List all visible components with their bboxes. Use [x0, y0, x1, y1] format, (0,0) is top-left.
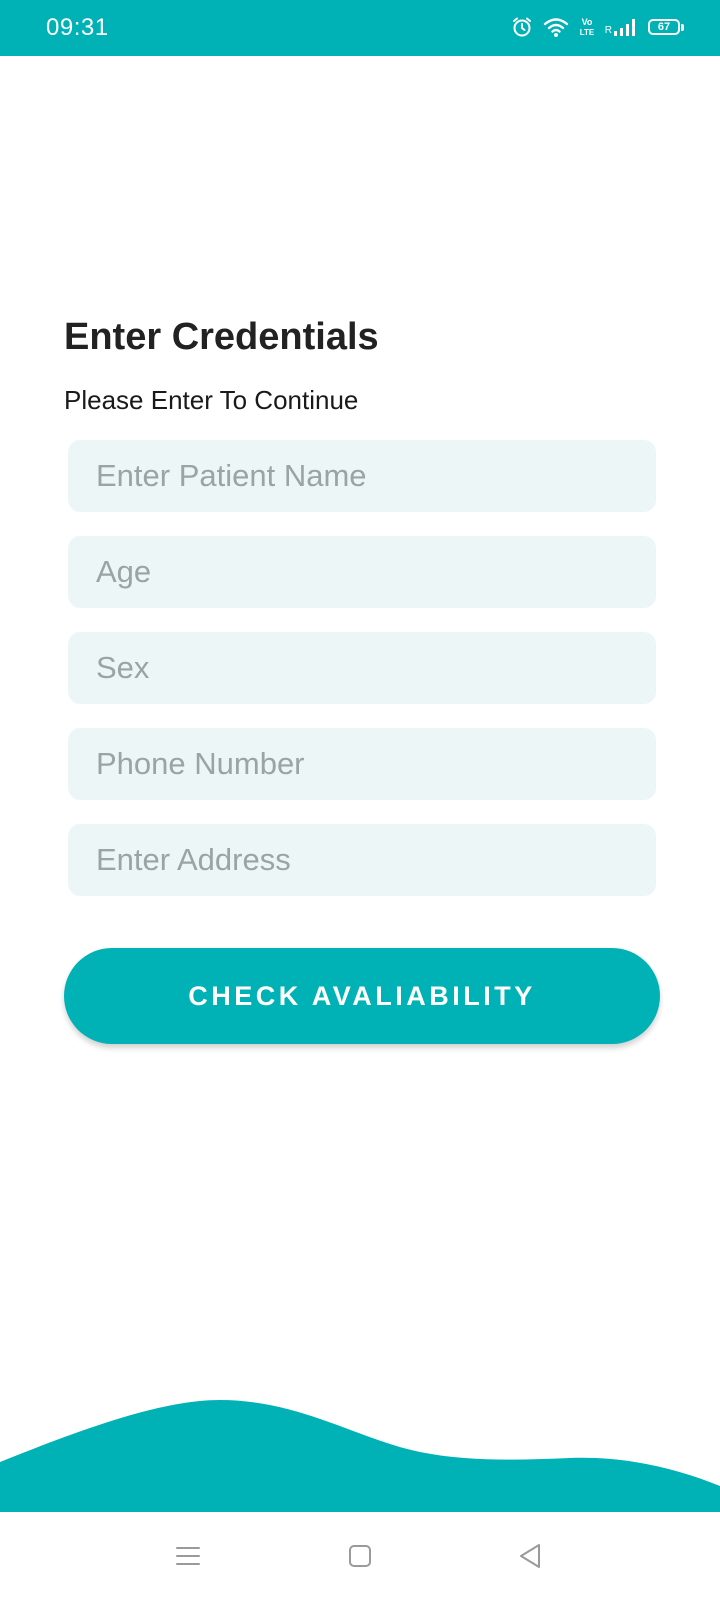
svg-text:LTE: LTE	[580, 28, 595, 37]
navigation-bar	[0, 1512, 720, 1600]
battery-tip	[681, 23, 684, 31]
signal-icon: R	[605, 16, 638, 38]
status-time: 09:31	[46, 14, 109, 41]
volte-icon: Vo LTE	[579, 16, 595, 38]
alarm-icon	[511, 16, 533, 38]
status-icons: Vo LTE R 67	[511, 12, 684, 42]
phone-number-input[interactable]	[68, 728, 656, 800]
battery-level: 67	[657, 21, 671, 33]
age-input[interactable]	[68, 536, 656, 608]
page-subtitle: Please Enter To Continue	[64, 385, 359, 415]
battery-outline: 67	[648, 19, 680, 35]
back-triangle-icon	[520, 1544, 540, 1568]
check-availability-button[interactable]: CHECK AVALIABILITY	[64, 948, 660, 1044]
menu-icon	[176, 1547, 200, 1565]
sex-input[interactable]	[68, 632, 656, 704]
bottom-wave-decoration	[0, 1400, 720, 1512]
status-bar: 09:31 Vo LTE R 67	[0, 0, 720, 56]
wifi-icon	[543, 16, 569, 38]
menu-button[interactable]	[164, 1532, 212, 1580]
back-button[interactable]	[506, 1532, 554, 1580]
svg-text:Vo: Vo	[581, 17, 592, 27]
page-title: Enter Credentials	[64, 316, 379, 358]
patient-name-input[interactable]	[68, 440, 656, 512]
home-button[interactable]	[336, 1532, 384, 1580]
home-square-icon	[349, 1545, 371, 1567]
screen: 09:31 Vo LTE R 67 Enter Credentials Plea…	[0, 0, 720, 1600]
battery-icon: 67	[648, 19, 684, 35]
address-input[interactable]	[68, 824, 656, 896]
